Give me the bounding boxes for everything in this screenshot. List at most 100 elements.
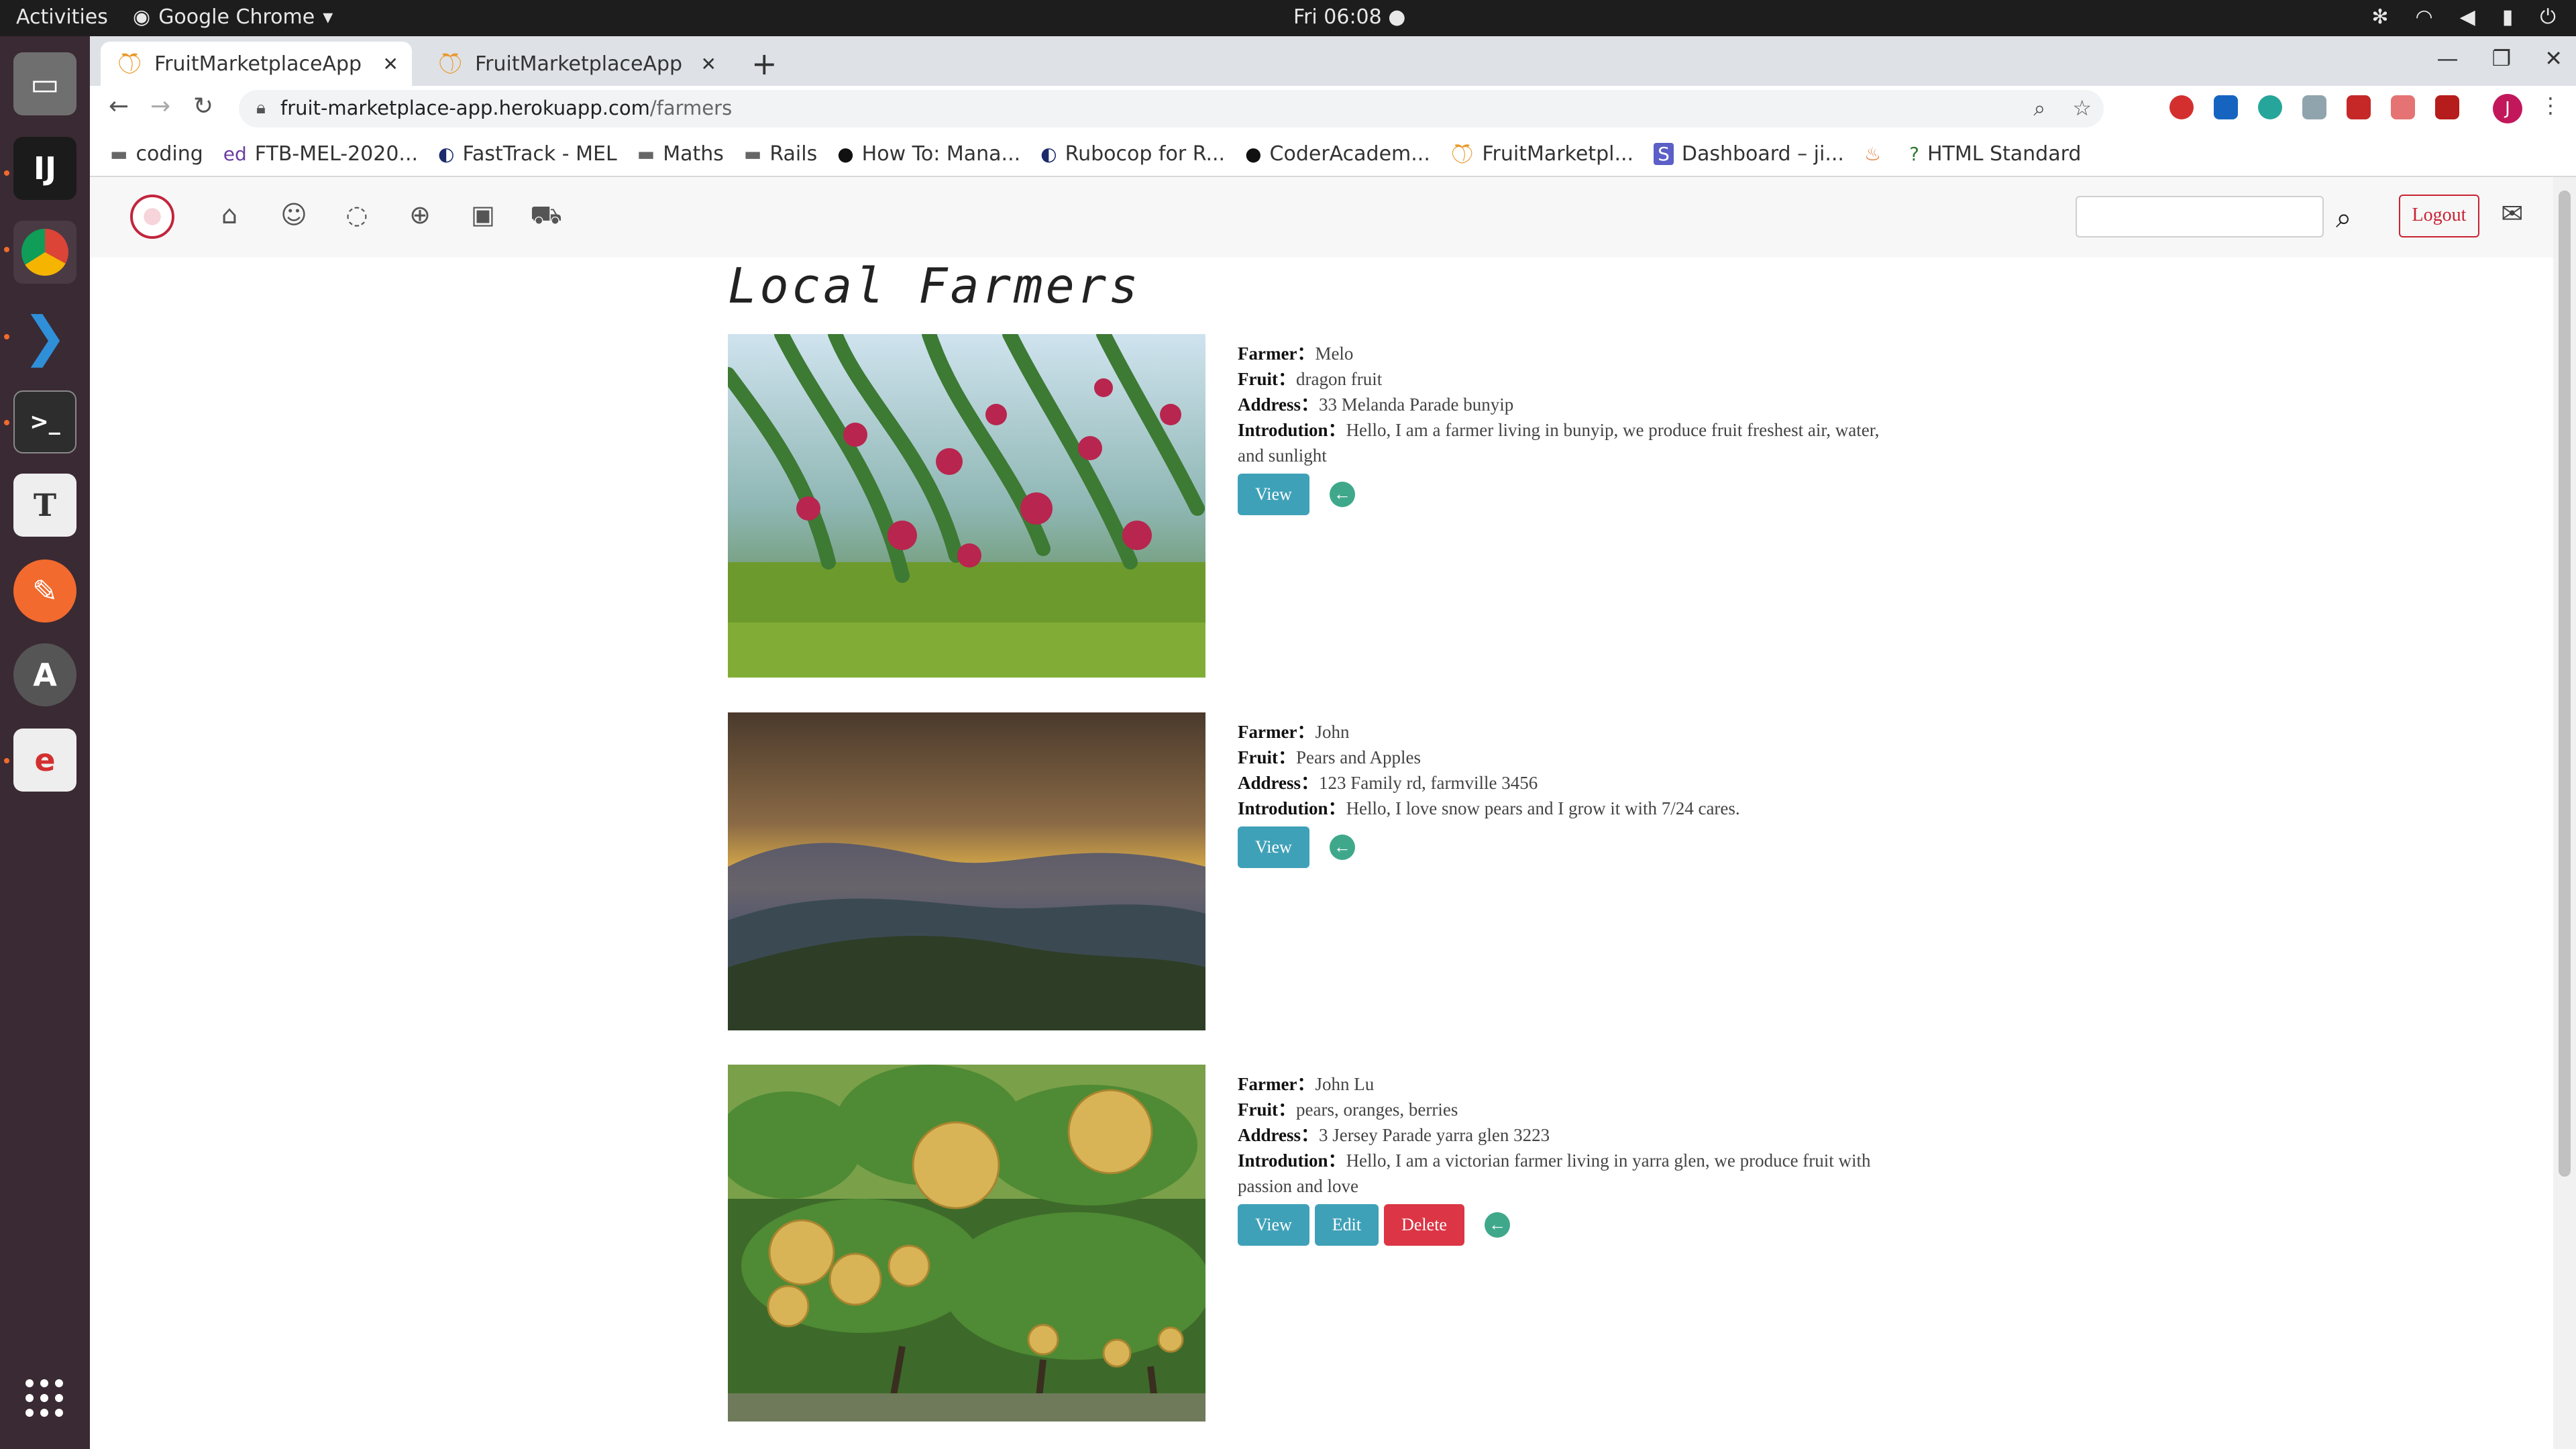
tab-title: FruitMarketplaceApp bbox=[154, 52, 362, 76]
adblock-icon[interactable] bbox=[2169, 95, 2194, 119]
red-extension-icon[interactable] bbox=[2435, 95, 2459, 119]
dragon-fruit-logo-icon[interactable] bbox=[130, 195, 174, 239]
zoom-icon[interactable]: ⌕ bbox=[2033, 95, 2045, 121]
bookmark-html-standard[interactable]: ? HTML Standard bbox=[1909, 142, 2081, 166]
menu-icon[interactable]: ⋮ bbox=[2540, 93, 2561, 118]
farmer-label: Farmer： bbox=[1238, 343, 1316, 364]
introduction-row: Introdution：Hello, I love snow pears and… bbox=[1238, 796, 1909, 821]
pear-orchard-photo bbox=[728, 1065, 1205, 1421]
search-icon[interactable]: ⌕ bbox=[2336, 201, 2352, 235]
bookmark-rubocop[interactable]: ◐ Rubocop for R... bbox=[1040, 142, 1225, 166]
chart-extension-icon[interactable] bbox=[2391, 95, 2415, 119]
orders-icon[interactable]: ▣ bbox=[467, 199, 499, 231]
new-tab-button[interactable]: + bbox=[751, 46, 777, 82]
bookmark-label: Maths bbox=[663, 142, 724, 166]
s-icon: S bbox=[1654, 142, 1674, 165]
cart-icon[interactable]: ⛟ bbox=[530, 199, 562, 231]
address-bar[interactable]: 🔒︎ fruit-marketplace-app.herokuapp.com/f… bbox=[239, 90, 2104, 127]
farmer-name-row: Farmer：John bbox=[1238, 719, 1909, 745]
show-applications-icon[interactable] bbox=[25, 1379, 63, 1417]
software-updater-icon[interactable]: A bbox=[13, 643, 76, 706]
activities-button[interactable]: Activities bbox=[16, 5, 108, 29]
chevron-down-icon: ▾ bbox=[323, 5, 333, 29]
tab-fruitmarketplace-1[interactable]: 🍑︎ FruitMarketplaceApp ✕ bbox=[101, 42, 412, 86]
page-scrollbar[interactable] bbox=[2553, 177, 2576, 1449]
farmer-info: Farmer：Melo Fruit：dragon fruit Address：3… bbox=[1238, 341, 1909, 515]
edit-button[interactable]: Edit bbox=[1314, 1204, 1379, 1246]
reload-icon[interactable]: ↻ bbox=[193, 93, 213, 120]
close-window-icon[interactable]: ✕ bbox=[2544, 46, 2563, 71]
system-tray[interactable]: ✻ ◠ ◀ ▮ ⏻ bbox=[2371, 5, 2556, 29]
bookmark-how-to[interactable]: ● How To: Mana... bbox=[837, 142, 1020, 166]
logout-button[interactable]: Logout bbox=[2399, 195, 2479, 237]
back-arrow-icon[interactable]: ← bbox=[1329, 835, 1355, 860]
help-icon: ? bbox=[1909, 142, 1919, 165]
s-extension-icon[interactable] bbox=[2214, 95, 2238, 119]
github-icon: ● bbox=[1245, 142, 1262, 165]
window-controls: — ❐ ✕ bbox=[2437, 46, 2563, 71]
delete-button[interactable]: Delete bbox=[1384, 1204, 1464, 1246]
app-menu-label: Google Chrome bbox=[158, 5, 315, 29]
url-text[interactable]: fruit-marketplace-app.herokuapp.com/farm… bbox=[280, 97, 732, 119]
app-menu[interactable]: ◉ Google Chrome ▾ bbox=[133, 5, 333, 29]
view-button[interactable]: View bbox=[1238, 826, 1309, 868]
inbox-icon[interactable]: ✉ bbox=[2501, 199, 2524, 229]
home-icon[interactable]: ⌂ bbox=[213, 199, 246, 231]
view-button[interactable]: View bbox=[1238, 1204, 1309, 1246]
vscode-icon[interactable]: ❯ bbox=[13, 305, 76, 368]
farmer-name-row: Farmer：John Lu bbox=[1238, 1071, 1909, 1097]
folder-icon: ▬ bbox=[743, 142, 762, 165]
bookmark-flame[interactable]: ♨ bbox=[1864, 143, 1889, 165]
scrollbar-thumb[interactable] bbox=[2559, 191, 2571, 1177]
bookmark-rails[interactable]: ▬ Rails bbox=[744, 142, 817, 166]
forward-icon[interactable]: → bbox=[150, 93, 170, 120]
tab-title: FruitMarketplaceApp bbox=[475, 52, 683, 76]
back-arrow-icon[interactable]: ← bbox=[1484, 1212, 1510, 1238]
add-fruit-icon[interactable]: ⊕ bbox=[404, 199, 436, 231]
bookmark-maths[interactable]: ▬ Maths bbox=[637, 142, 724, 166]
search-input[interactable] bbox=[2076, 196, 2324, 237]
back-icon[interactable]: ← bbox=[109, 93, 129, 120]
grammarly-icon[interactable] bbox=[2258, 95, 2282, 119]
close-icon[interactable]: ✕ bbox=[701, 53, 716, 75]
farmer-icon[interactable]: ☺ bbox=[278, 199, 310, 231]
clock[interactable]: Fri 06:08 ● bbox=[1293, 5, 1405, 29]
fruit-icon: 🍑︎ bbox=[117, 52, 143, 76]
back-arrow-icon[interactable]: ← bbox=[1329, 482, 1355, 507]
view-button[interactable]: View bbox=[1238, 474, 1309, 515]
pear-icon[interactable]: ◌ bbox=[341, 199, 373, 231]
farmer-info: Farmer：John Fruit：Pears and Apples Addre… bbox=[1238, 719, 1909, 868]
bookmark-fruitmarketplace[interactable]: 🍑︎ FruitMarketpl... bbox=[1450, 142, 1633, 166]
url-path: /farmers bbox=[649, 97, 733, 119]
bookmark-label: How To: Mana... bbox=[861, 142, 1021, 166]
off-extension-icon[interactable] bbox=[2347, 95, 2371, 119]
fruit-label: Fruit： bbox=[1238, 1099, 1296, 1120]
postman-icon[interactable]: ✎ bbox=[13, 559, 76, 623]
terminal-icon[interactable]: >_ bbox=[13, 390, 76, 453]
close-icon[interactable]: ✕ bbox=[383, 53, 398, 75]
tab-fruitmarketplace-2[interactable]: 🍑︎ FruitMarketplaceApp ✕ bbox=[421, 42, 730, 86]
bookmark-ftb-mel[interactable]: ed FTB-MEL-2020... bbox=[223, 142, 418, 166]
dropbox-icon[interactable] bbox=[2302, 95, 2326, 119]
dock: ▭ IJ ❯ >_ T ✎ A e bbox=[0, 36, 90, 1449]
bookmark-fasttrack[interactable]: ◐ FastTrack - MEL bbox=[438, 142, 617, 166]
farmer-name: Melo bbox=[1315, 343, 1354, 364]
evernote-icon[interactable]: e bbox=[13, 729, 76, 792]
intellij-icon[interactable]: IJ bbox=[13, 137, 76, 200]
typora-icon[interactable]: T bbox=[13, 474, 76, 537]
minimize-icon[interactable]: — bbox=[2437, 46, 2459, 71]
page-title: Local Farmers bbox=[728, 258, 1141, 314]
running-indicator bbox=[4, 758, 9, 763]
bookmark-coding[interactable]: ▬ coding bbox=[110, 142, 203, 166]
bookmark-star-icon[interactable]: ☆ bbox=[2072, 95, 2092, 121]
chrome-dock-icon[interactable] bbox=[13, 221, 76, 284]
address-row: Address：33 Melanda Parade bunyip bbox=[1238, 392, 1909, 417]
maximize-icon[interactable]: ❐ bbox=[2492, 46, 2512, 71]
files-icon[interactable]: ▭ bbox=[13, 52, 76, 115]
bookmark-coderacademy[interactable]: ● CoderAcadem... bbox=[1245, 142, 1430, 166]
bookmark-dashboard[interactable]: S Dashboard – ji... bbox=[1654, 142, 1844, 166]
fruit-row: Fruit：pears, oranges, berries bbox=[1238, 1097, 1909, 1122]
fruit-value: dragon fruit bbox=[1296, 369, 1383, 389]
introduction-row: Introdution：Hello, I am a farmer living … bbox=[1238, 417, 1909, 468]
profile-avatar[interactable]: J bbox=[2493, 94, 2522, 123]
